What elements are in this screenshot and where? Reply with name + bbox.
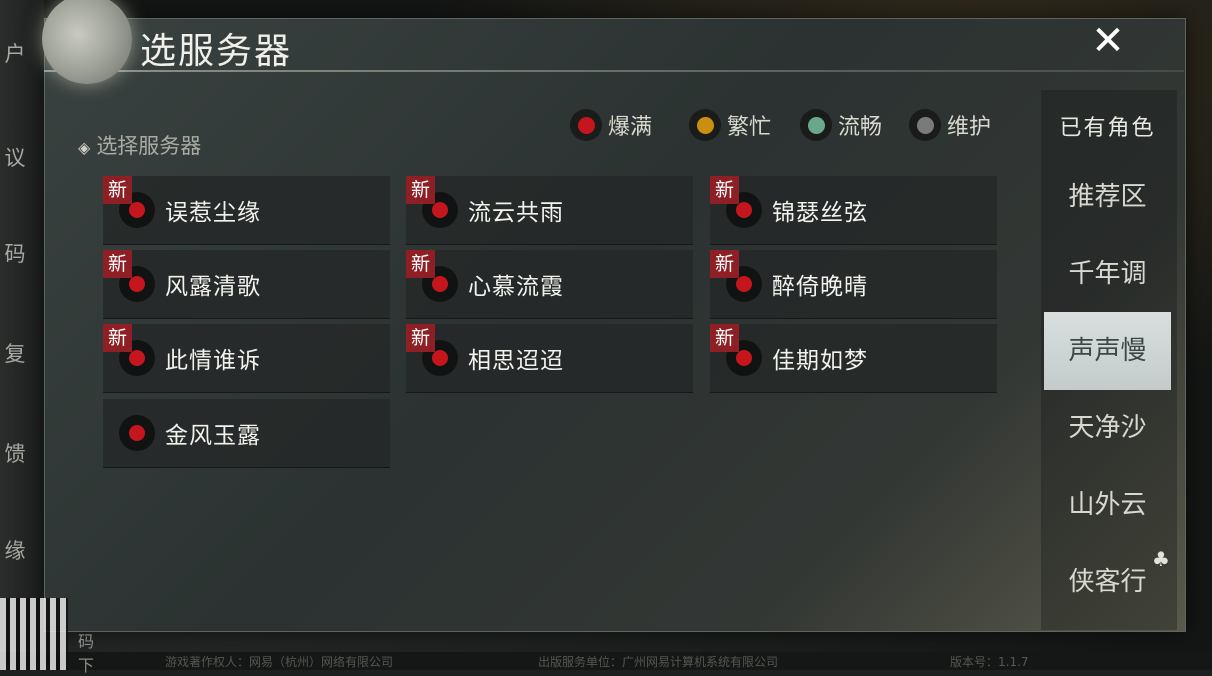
tab-shanwai-yun[interactable]: 山外云	[1044, 466, 1171, 544]
section-heading: ◈ 选择服务器	[78, 134, 202, 158]
footer-service: 出版服务单位：广州网易计算机系统有限公司	[538, 655, 779, 669]
tab-existing-characters[interactable]: 已有角色	[1044, 90, 1171, 168]
legend-busy: 繁忙	[689, 108, 771, 142]
server-item[interactable]: 金风玉露	[103, 399, 390, 468]
server-name: 锦瑟丝弦	[772, 200, 868, 226]
server-item[interactable]: 相思迢迢 新	[406, 324, 693, 393]
side-strip: 户 议 码 复 馈 缘	[0, 0, 44, 600]
legend-label: 爆满	[608, 115, 653, 140]
new-badge: 新	[710, 324, 739, 352]
side-label[interactable]: 码	[2, 238, 28, 268]
status-full-icon	[736, 350, 752, 366]
server-name: 心慕流霞	[468, 274, 564, 300]
tab-qiannian-diao[interactable]: 千年调	[1044, 235, 1171, 313]
status-full-icon	[129, 276, 145, 292]
legend-label: 繁忙	[727, 115, 772, 140]
status-full-icon	[129, 350, 145, 366]
server-name: 流云共雨	[468, 200, 564, 226]
close-button[interactable]: ✕	[1085, 18, 1131, 64]
close-icon: ✕	[1091, 18, 1125, 64]
server-item[interactable]: 心慕流霞 新	[406, 250, 693, 319]
gourd-icon: ♣	[1152, 547, 1170, 571]
dialog-title: 选服务器	[140, 31, 293, 72]
status-full-icon	[736, 276, 752, 292]
qr-label: 码	[78, 632, 95, 651]
server-name: 醉倚晚晴	[772, 274, 868, 300]
qr-code[interactable]	[0, 598, 68, 670]
status-full-icon	[129, 202, 145, 218]
footer-publisher: 游戏著作权人：网易（杭州）网络有限公司	[165, 655, 394, 669]
new-badge: 新	[406, 250, 435, 278]
legend-full: 爆满	[570, 108, 652, 142]
footer-version: 版本号：1.1.7	[950, 655, 1029, 669]
server-name: 相思迢迢	[468, 348, 564, 374]
server-item[interactable]: 误惹尘缘 新	[103, 176, 390, 245]
server-name: 金风玉露	[165, 423, 261, 449]
legend-label: 流畅	[838, 115, 883, 140]
status-maintenance-icon	[916, 116, 934, 134]
status-full-icon	[577, 116, 595, 134]
tab-tianjing-sha[interactable]: 天净沙	[1044, 389, 1171, 467]
side-label[interactable]: 议	[2, 142, 28, 172]
status-full-icon	[432, 276, 448, 292]
side-label[interactable]: 复	[2, 338, 28, 368]
status-smooth-icon	[807, 116, 825, 134]
server-name: 佳期如梦	[772, 348, 868, 374]
qr-label: 下	[78, 656, 95, 675]
new-badge: 新	[710, 176, 739, 204]
server-name: 误惹尘缘	[165, 200, 261, 226]
status-busy-icon	[696, 116, 714, 134]
new-badge: 新	[406, 324, 435, 352]
server-name: 风露清歌	[165, 274, 261, 300]
side-label[interactable]: 馈	[2, 438, 28, 468]
legend-maintenance: 维护	[909, 108, 991, 142]
server-item[interactable]: 流云共雨 新	[406, 176, 693, 245]
status-full-icon	[129, 425, 145, 441]
server-name: 此情谁诉	[165, 348, 261, 374]
new-badge: 新	[406, 176, 435, 204]
new-badge: 新	[103, 324, 132, 352]
side-label[interactable]: 缘	[2, 535, 28, 565]
server-item[interactable]: 醉倚晚晴 新	[710, 250, 997, 319]
tab-recommended[interactable]: 推荐区	[1044, 158, 1171, 236]
tab-shengsheng-man[interactable]: 声声慢	[1044, 312, 1171, 390]
status-full-icon	[736, 202, 752, 218]
server-item[interactable]: 佳期如梦 新	[710, 324, 997, 393]
legend-label: 维护	[947, 115, 992, 140]
status-full-icon	[432, 202, 448, 218]
server-item[interactable]: 锦瑟丝弦 新	[710, 176, 997, 245]
new-badge: 新	[710, 250, 739, 278]
new-badge: 新	[103, 250, 132, 278]
status-full-icon	[432, 350, 448, 366]
legend-smooth: 流畅	[800, 108, 882, 142]
side-label[interactable]: 户	[2, 38, 28, 68]
diamond-icon: ◈	[78, 138, 91, 157]
footer-bar: 游戏著作权人：网易（杭州）网络有限公司 出版服务单位：广州网易计算机系统有限公司…	[0, 652, 1212, 670]
server-item[interactable]: 风露清歌 新	[103, 250, 390, 319]
server-item[interactable]: 此情谁诉 新	[103, 324, 390, 393]
new-badge: 新	[103, 176, 132, 204]
